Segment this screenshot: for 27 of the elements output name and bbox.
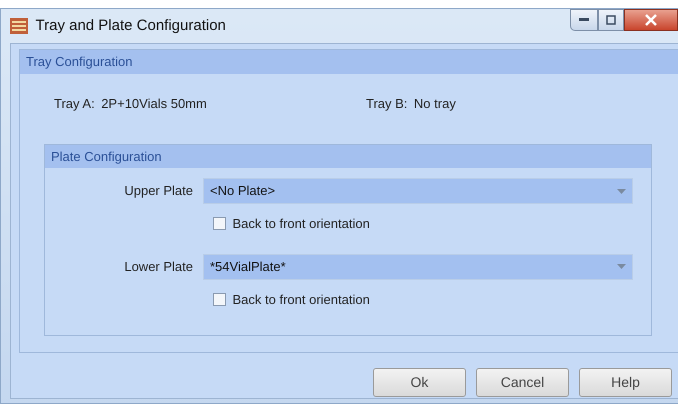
field-label: Lower Plate [123, 258, 194, 276]
minimize-icon [579, 18, 589, 22]
caret-icon [617, 264, 626, 269]
field-value: No tray [414, 94, 456, 113]
close-icon [645, 14, 657, 26]
checkbox[interactable] [213, 292, 226, 306]
maximize-button[interactable] [598, 9, 624, 31]
close-button[interactable] [624, 9, 678, 31]
field-label: Tray A: [54, 94, 95, 113]
minimize-button[interactable] [570, 9, 598, 31]
group-header: Tray Configuration [20, 50, 678, 74]
dialog-button[interactable]: Help [579, 368, 672, 397]
maximize-icon [606, 15, 616, 25]
checkbox-label: Back to front orientation [232, 290, 370, 308]
dialog-button[interactable]: Ok [373, 368, 466, 397]
field-value: 2P+10Vials 50mm [101, 94, 207, 112]
caret-icon [617, 188, 626, 194]
dropdown-field[interactable]: *54VialPlate* [203, 254, 633, 280]
checkbox[interactable] [213, 217, 226, 230]
dialog-button[interactable]: Cancel [476, 368, 569, 397]
checkbox-label: Back to front orientation [232, 215, 370, 233]
dropdown-field[interactable]: <No Plate> [203, 178, 633, 204]
field-label: Tray B: [366, 94, 408, 113]
app-icon [9, 16, 29, 36]
group-header: Plate Configuration [45, 144, 651, 168]
window-title: Tray and Plate Configuration [36, 16, 226, 36]
field-label: Upper Plate [123, 182, 194, 200]
